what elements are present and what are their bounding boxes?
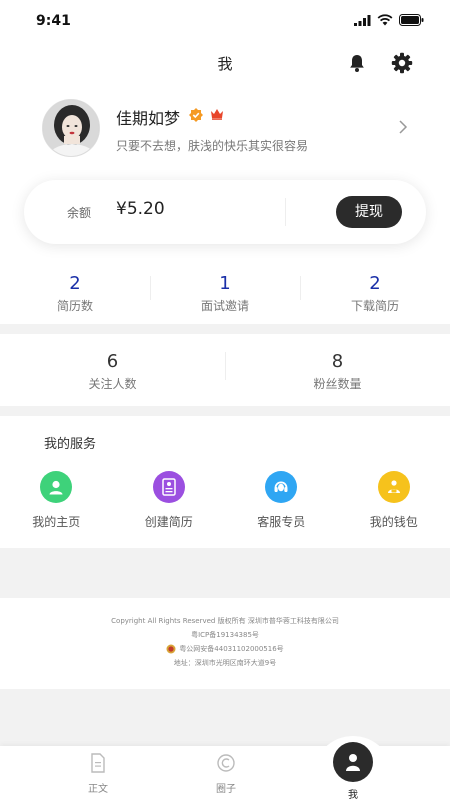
avatar-portrait [43,100,99,156]
stat-value: 8 [331,351,344,372]
stat-value: 6 [106,351,119,372]
footer-icp: 粤ICP备19134385号 [191,631,259,639]
stats-secondary: 6 关注人数 8 粉丝数量 [0,334,450,406]
wallet-icon [377,471,410,503]
profile-card[interactable]: 佳期如梦 只要不去想，肤浅的快乐其实很容易 [0,84,450,180]
tab-content[interactable]: 正文 [53,746,143,800]
stat-label: 下载简历 [350,299,399,313]
tab-label: 圈子 [216,784,236,795]
user-icon [40,471,73,503]
wallet-section: 余额 ¥5.20 提现 [0,180,450,264]
service-my-wallet[interactable]: 我的钱包 [338,471,450,530]
gear-icon[interactable] [390,51,414,75]
stat-interview-invites[interactable]: 1 面试邀请 [150,264,300,324]
chevron-right-icon[interactable] [398,120,408,134]
page-title: 我 [217,55,233,73]
stat-value: 2 [369,273,381,294]
person-icon [346,754,360,771]
crown-icon [211,109,223,120]
page-header: 我 [0,44,450,84]
stat-resumes[interactable]: 2 简历数 [0,264,150,324]
stat-label: 简历数 [56,299,93,313]
wallet-divider [285,198,286,226]
services-section: 我的服务 我的主页 创建简历 客服专员 我的钱包 [0,416,450,548]
service-label: 客服专员 [257,515,306,529]
service-my-homepage[interactable]: 我的主页 [0,471,113,530]
service-label: 我的主页 [32,515,81,529]
stat-followers[interactable]: 8 粉丝数量 [225,334,450,406]
withdraw-button[interactable]: 提现 [336,196,402,228]
tab-label: 正文 [88,784,108,795]
balance-value: ¥5.20 [116,199,165,219]
wallet-card: 余额 ¥5.20 提现 [24,180,426,244]
status-icons [354,14,424,26]
resume-icon [152,471,185,503]
service-create-resume[interactable]: 创建简历 [113,471,226,530]
bell-icon[interactable] [346,52,368,74]
tab-me[interactable] [333,742,373,782]
circle-icon [217,754,235,772]
avatar[interactable] [42,99,100,157]
police-badge-icon [166,644,176,654]
footer-copyright: Copyright All Rights Reserved 版权所有 深圳市普华… [111,617,339,625]
status-bar: 9:41 [0,0,450,44]
services-title: 我的服务 [44,437,97,452]
document-icon [91,753,105,773]
stat-label: 面试邀请 [200,299,249,313]
stat-label: 粉丝数量 [313,377,362,391]
signal-icon [354,14,371,26]
profile-signature: 只要不去想，肤浅的快乐其实很容易 [116,139,309,153]
footer-address: 地址：深圳市光明区南环大道9号 [173,659,277,667]
verified-badge-icon [189,108,203,122]
service-list: 我的主页 创建简历 客服专员 我的钱包 [0,471,450,530]
footer-police-line: 粤公网安备44031102000516号 [0,642,450,656]
stat-value: 1 [219,273,231,294]
tab-label-active: 我 [348,790,358,800]
status-time: 9:41 [36,13,71,29]
stat-value: 2 [69,273,81,294]
service-label: 创建简历 [144,515,193,529]
nickname: 佳期如梦 [116,109,181,128]
stat-resume-downloads[interactable]: 2 下载简历 [300,264,450,324]
headset-icon [265,471,298,503]
footer: Copyright All Rights Reserved 版权所有 深圳市普华… [0,598,450,689]
footer-police-record: 粤公网安备44031102000516号 [179,645,284,653]
service-customer-support[interactable]: 客服专员 [225,471,338,530]
stat-label: 关注人数 [88,377,137,391]
wifi-icon [377,14,393,26]
stats-primary: 2 简历数 1 面试邀请 2 下载简历 [0,264,450,324]
tab-circle[interactable]: 圈子 [181,746,271,800]
service-label: 我的钱包 [369,515,418,529]
stat-following[interactable]: 6 关注人数 [0,334,225,406]
battery-icon [399,14,424,26]
balance-label: 余额 [67,206,92,220]
